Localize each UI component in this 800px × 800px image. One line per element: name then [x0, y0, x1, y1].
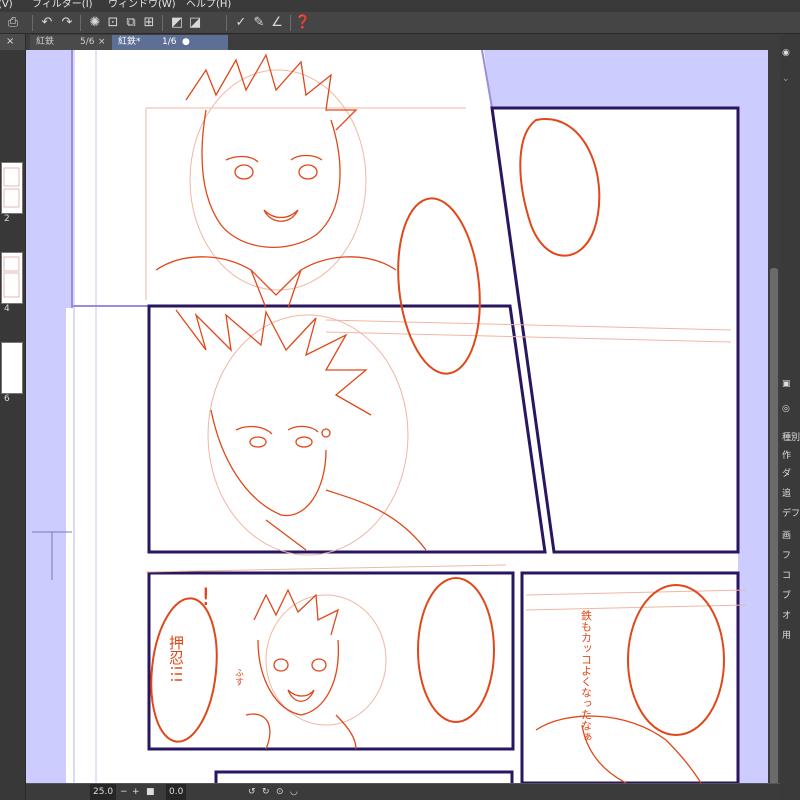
property-label: 用 — [782, 631, 792, 641]
menu-window[interactable]: ウィンドウ(W) — [108, 0, 176, 11]
rotation-angle[interactable]: 0.0 — [166, 784, 187, 800]
sfx-small-text: ふす — [233, 668, 244, 686]
page-thumbnail[interactable] — [1, 342, 23, 394]
divider — [226, 15, 227, 31]
reset-rotation-icon[interactable]: ⊙ — [276, 784, 284, 800]
modified-dot-icon[interactable]: ● — [182, 35, 190, 50]
page-area-bottom — [66, 308, 738, 783]
scrollbar-thumb[interactable] — [770, 268, 778, 788]
property-button[interactable]: ブ — [782, 588, 791, 601]
select-all-icon[interactable]: ◩ — [168, 14, 186, 32]
redo-icon[interactable]: ↷ — [58, 14, 76, 32]
property-button[interactable]: オ — [782, 608, 791, 621]
menu-filter[interactable]: フィルター(I) — [32, 0, 93, 11]
divider — [162, 15, 163, 31]
zoom-out-button[interactable]: − — [120, 784, 128, 800]
search-icon[interactable]: ◎ — [782, 404, 790, 414]
status-bar: 25.0 − + ■ ↺ ↻ ⊙ ◡ 0.0 — [26, 783, 780, 800]
fit-icon[interactable]: ■ — [146, 784, 155, 800]
close-icon[interactable]: × — [98, 35, 106, 50]
menu-help[interactable]: ヘルプ(H) — [186, 0, 231, 11]
tab-page-count: 5/6 — [80, 37, 95, 47]
select-invert-icon[interactable]: ◪ — [186, 14, 204, 32]
brush-correct-icon[interactable]: ✎ — [250, 14, 268, 32]
divider — [32, 15, 33, 31]
hide-selection-icon[interactable]: ⊞ — [140, 14, 158, 32]
page-thumbnail[interactable] — [1, 252, 23, 304]
rotate-right-icon[interactable]: ↻ — [262, 784, 270, 800]
pen-correct-icon[interactable]: ✓ — [232, 14, 250, 32]
rotate-left-icon[interactable]: ↺ — [248, 784, 256, 800]
drawing-canvas[interactable]: ! 押忍!!! ふす 鉄もカッコよくなったなぁ — [26, 50, 780, 783]
document-tab-bar: 紅鉄 5/6 × 紅鉄* 1/6 ● — [26, 34, 780, 50]
undo-icon[interactable]: ↶ — [38, 14, 56, 32]
tab-label: 紅鉄 — [36, 37, 55, 47]
page-number: 4 — [4, 304, 10, 314]
rotation-slider-icon[interactable]: ◡ — [290, 784, 298, 800]
menu-view[interactable]: (V) — [0, 0, 13, 11]
property-button[interactable]: 画 — [782, 528, 791, 541]
tab-label: 紅鉄* — [118, 37, 141, 47]
clear-icon[interactable]: ⊡ — [104, 14, 122, 32]
property-button[interactable]: フ — [782, 548, 791, 561]
divider — [290, 15, 291, 31]
property-button[interactable]: 追 — [782, 486, 791, 499]
zoom-in-button[interactable]: + — [132, 784, 140, 800]
property-button[interactable]: 作 — [782, 448, 791, 461]
command-bar: ⎙ ↶ ↷ ✺ ⊡ ⧉ ⊞ ◩ ◪ ✓ ✎ ∠ ❓ — [0, 12, 800, 34]
manga-page: ! 押忍!!! ふす 鉄もカッコよくなったなぁ — [32, 50, 747, 783]
close-icon[interactable]: × — [6, 34, 14, 50]
page-thumbnail[interactable] — [1, 162, 23, 214]
page-manager-panel: 2 4 6 — [0, 34, 25, 800]
tab-document-1[interactable]: 紅鉄 5/6 × — [30, 35, 114, 50]
panel-expand-icon[interactable]: ⌄ — [782, 74, 790, 84]
spinner-icon[interactable]: ✺ — [86, 14, 104, 32]
help-icon[interactable]: ❓ — [294, 14, 312, 32]
property-label: 種別 — [782, 433, 800, 443]
note-text: 鉄もカッコよくなったなぁ — [580, 609, 593, 742]
zoom-value[interactable]: 25.0 — [90, 784, 117, 800]
tab-page-count: 1/6 — [162, 37, 177, 47]
property-button[interactable]: コ — [782, 568, 791, 581]
page-number: 2 — [4, 214, 10, 224]
left-panel-header: × — [0, 34, 25, 50]
exclamation-text: ! — [201, 583, 211, 611]
tab-document-2[interactable]: 紅鉄* 1/6 ● — [112, 35, 228, 50]
property-label: デフォ — [782, 509, 800, 519]
panel-tab-icon[interactable]: ◉ — [782, 48, 790, 58]
menu-bar: (V) フィルター(I) ウィンドウ(W) ヘルプ(H) — [0, 0, 800, 12]
divider — [80, 15, 81, 31]
print-icon[interactable]: ⎙ — [4, 14, 22, 32]
page-number: 6 — [4, 394, 10, 404]
ruler-snap-icon[interactable]: ∠ — [268, 14, 286, 32]
right-panel: ◉ ⌄ ▣ ◎ 種別 作 ダ 追 デフォ 画 フ コ ブ オ 用 — [780, 34, 800, 800]
folder-icon[interactable]: ▣ — [782, 379, 791, 389]
transform-icon[interactable]: ⧉ — [122, 14, 140, 32]
property-button[interactable]: ダ — [782, 466, 791, 479]
page-area-top — [72, 50, 518, 308]
sfx-text: 押忍!!! — [167, 635, 185, 683]
